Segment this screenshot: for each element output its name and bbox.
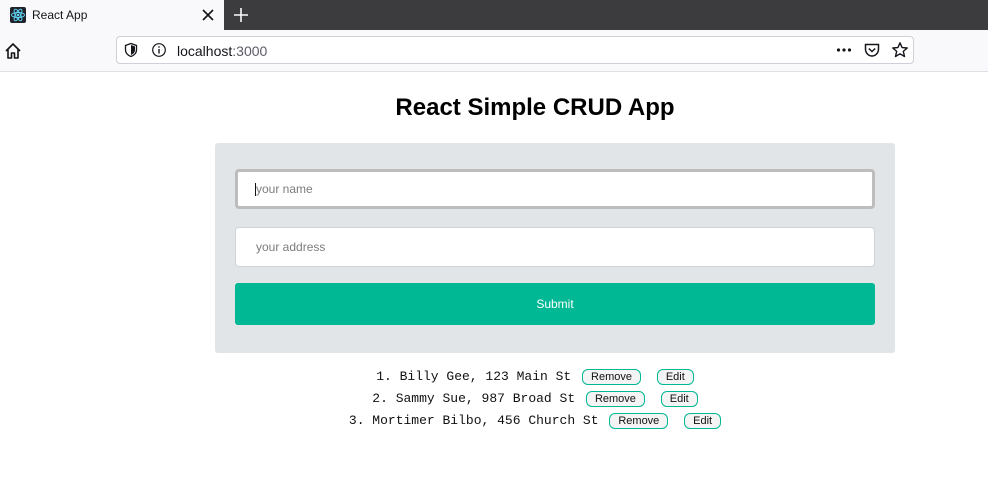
submit-button[interactable]: Submit (235, 283, 875, 325)
people-list: 1. Billy Gee, 123 Main St Remove Edit 2.… (0, 366, 988, 432)
pocket-icon[interactable] (863, 41, 881, 59)
text-cursor (255, 183, 256, 196)
more-horizontal-icon[interactable] (835, 41, 853, 59)
url-bar[interactable]: localhost:3000 (116, 36, 914, 64)
person-form: Submit (215, 143, 895, 353)
list-item: 2. Sammy Sue, 987 Broad St Remove Edit (0, 388, 988, 410)
remove-button[interactable]: Remove (609, 412, 669, 429)
name-input[interactable] (235, 169, 875, 209)
close-icon[interactable] (200, 7, 216, 23)
page-content: React Simple CRUD App Submit 1. Billy Ge… (0, 72, 988, 481)
list-item: 1. Billy Gee, 123 Main St Remove Edit (0, 366, 988, 388)
edit-button[interactable]: Edit (656, 368, 694, 385)
browser-tab[interactable]: React App (0, 0, 224, 30)
page-title: React Simple CRUD App (395, 94, 675, 121)
person-text: 1. Billy Gee, 123 Main St (376, 369, 572, 384)
tab-strip: React App (0, 0, 988, 30)
react-logo-icon (10, 7, 26, 23)
remove-button[interactable]: Remove (585, 390, 645, 407)
remove-button[interactable]: Remove (582, 368, 642, 385)
shield-icon[interactable] (123, 42, 139, 58)
url-actions (835, 41, 909, 59)
navigation-bar: localhost:3000 (0, 30, 988, 72)
url-host: localhost (177, 43, 233, 59)
edit-button[interactable]: Edit (684, 412, 722, 429)
url-text[interactable]: localhost:3000 (177, 43, 267, 59)
address-input[interactable] (235, 227, 875, 267)
info-icon[interactable] (151, 42, 167, 58)
star-icon[interactable] (891, 41, 909, 59)
url-port: :3000 (232, 43, 268, 59)
tab-title: React App (32, 8, 88, 22)
person-text: 3. Mortimer Bilbo, 456 Church St (348, 413, 599, 428)
person-text: 2. Sammy Sue, 987 Broad St (372, 391, 576, 406)
list-item: 3. Mortimer Bilbo, 456 Church St Remove … (0, 410, 988, 432)
edit-button[interactable]: Edit (660, 390, 698, 407)
home-icon[interactable] (4, 42, 22, 60)
plus-icon[interactable] (232, 6, 250, 24)
